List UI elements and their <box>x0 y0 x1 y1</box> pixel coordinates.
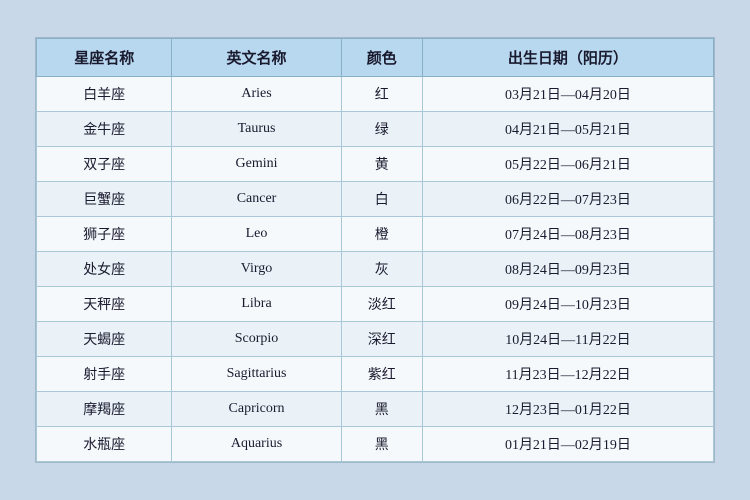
table-row: 狮子座Leo橙07月24日—08月23日 <box>37 217 714 252</box>
table-row: 白羊座Aries红03月21日—04月20日 <box>37 77 714 112</box>
cell-date: 06月22日—07月23日 <box>422 182 713 217</box>
cell-cn-name: 狮子座 <box>37 217 172 252</box>
cell-color: 白 <box>341 182 422 217</box>
cell-en-name: Taurus <box>172 112 341 147</box>
cell-date: 09月24日—10月23日 <box>422 287 713 322</box>
cell-cn-name: 白羊座 <box>37 77 172 112</box>
cell-date: 01月21日—02月19日 <box>422 427 713 462</box>
cell-color: 淡红 <box>341 287 422 322</box>
cell-cn-name: 天秤座 <box>37 287 172 322</box>
header-cn-name: 星座名称 <box>37 39 172 77</box>
table-row: 天蝎座Scorpio深红10月24日—11月22日 <box>37 322 714 357</box>
cell-color: 黑 <box>341 392 422 427</box>
cell-en-name: Cancer <box>172 182 341 217</box>
cell-cn-name: 射手座 <box>37 357 172 392</box>
table-row: 水瓶座Aquarius黑01月21日—02月19日 <box>37 427 714 462</box>
cell-cn-name: 双子座 <box>37 147 172 182</box>
table-row: 金牛座Taurus绿04月21日—05月21日 <box>37 112 714 147</box>
header-color: 颜色 <box>341 39 422 77</box>
cell-color: 橙 <box>341 217 422 252</box>
cell-color: 紫红 <box>341 357 422 392</box>
cell-date: 08月24日—09月23日 <box>422 252 713 287</box>
cell-date: 12月23日—01月22日 <box>422 392 713 427</box>
table-row: 双子座Gemini黄05月22日—06月21日 <box>37 147 714 182</box>
zodiac-table: 星座名称 英文名称 颜色 出生日期（阳历） 白羊座Aries红03月21日—04… <box>36 38 714 462</box>
cell-en-name: Libra <box>172 287 341 322</box>
cell-cn-name: 处女座 <box>37 252 172 287</box>
cell-en-name: Capricorn <box>172 392 341 427</box>
table-row: 射手座Sagittarius紫红11月23日—12月22日 <box>37 357 714 392</box>
cell-cn-name: 摩羯座 <box>37 392 172 427</box>
cell-en-name: Gemini <box>172 147 341 182</box>
cell-date: 05月22日—06月21日 <box>422 147 713 182</box>
cell-cn-name: 天蝎座 <box>37 322 172 357</box>
cell-color: 灰 <box>341 252 422 287</box>
header-en-name: 英文名称 <box>172 39 341 77</box>
table-row: 摩羯座Capricorn黑12月23日—01月22日 <box>37 392 714 427</box>
table-header-row: 星座名称 英文名称 颜色 出生日期（阳历） <box>37 39 714 77</box>
cell-date: 07月24日—08月23日 <box>422 217 713 252</box>
cell-cn-name: 水瓶座 <box>37 427 172 462</box>
table-row: 处女座Virgo灰08月24日—09月23日 <box>37 252 714 287</box>
cell-date: 03月21日—04月20日 <box>422 77 713 112</box>
cell-cn-name: 金牛座 <box>37 112 172 147</box>
cell-color: 黄 <box>341 147 422 182</box>
cell-color: 绿 <box>341 112 422 147</box>
cell-en-name: Leo <box>172 217 341 252</box>
cell-date: 04月21日—05月21日 <box>422 112 713 147</box>
cell-en-name: Sagittarius <box>172 357 341 392</box>
cell-color: 深红 <box>341 322 422 357</box>
cell-en-name: Scorpio <box>172 322 341 357</box>
cell-date: 11月23日—12月22日 <box>422 357 713 392</box>
cell-date: 10月24日—11月22日 <box>422 322 713 357</box>
cell-en-name: Aries <box>172 77 341 112</box>
cell-color: 红 <box>341 77 422 112</box>
cell-cn-name: 巨蟹座 <box>37 182 172 217</box>
table-row: 巨蟹座Cancer白06月22日—07月23日 <box>37 182 714 217</box>
header-date: 出生日期（阳历） <box>422 39 713 77</box>
cell-color: 黑 <box>341 427 422 462</box>
cell-en-name: Aquarius <box>172 427 341 462</box>
table-row: 天秤座Libra淡红09月24日—10月23日 <box>37 287 714 322</box>
zodiac-table-container: 星座名称 英文名称 颜色 出生日期（阳历） 白羊座Aries红03月21日—04… <box>35 37 715 463</box>
cell-en-name: Virgo <box>172 252 341 287</box>
